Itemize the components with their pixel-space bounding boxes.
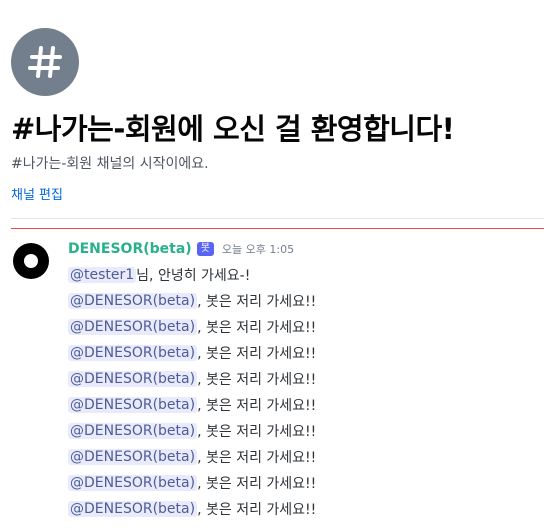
message-line: @tester1 님, 안녕히 가세요-! [68, 262, 316, 288]
user-mention[interactable]: @DENESOR(beta) [68, 293, 198, 309]
message-line: @DENESOR(beta) , 봇은 저리 가세요!! [68, 288, 316, 314]
user-mention[interactable]: @DENESOR(beta) [68, 501, 198, 517]
user-mention[interactable]: @DENESOR(beta) [68, 371, 198, 387]
message-header: DENESOR(beta) 봇 오늘 오후 1:05 [68, 240, 294, 258]
welcome-subtitle: #나가는-회원 채널의 시작이에요. [11, 156, 209, 172]
message-text: , 봇은 저리 가세요!! [197, 294, 317, 310]
user-mention[interactable]: @DENESOR(beta) [68, 423, 198, 439]
message-line: @DENESOR(beta) , 봇은 저리 가세요!! [68, 496, 316, 522]
message-text: , 봇은 저리 가세요!! [197, 502, 317, 518]
message-line: @DENESOR(beta) , 봇은 저리 가세요!! [68, 392, 316, 418]
username[interactable]: DENESOR(beta) [68, 241, 192, 257]
edit-channel-link[interactable]: 채널 편집 [11, 184, 63, 203]
user-mention[interactable]: @DENESOR(beta) [68, 319, 198, 335]
user-mention[interactable]: @DENESOR(beta) [68, 449, 198, 465]
chat-page: #나가는-회원에 오신 걸 환영합니다! #나가는-회원 채널의 시작이에요. … [0, 0, 544, 528]
message-line: @DENESOR(beta) , 봇은 저리 가세요!! [68, 470, 316, 496]
avatar[interactable] [13, 243, 49, 279]
message-text: , 봇은 저리 가세요!! [197, 424, 317, 440]
bot-tag: 봇 [196, 242, 214, 256]
message-line: @DENESOR(beta) , 봇은 저리 가세요!! [68, 366, 316, 392]
new-messages-divider [11, 228, 544, 229]
message-text: , 봇은 저리 가세요!! [197, 372, 317, 388]
message-text: , 봇은 저리 가세요!! [197, 450, 317, 466]
message-line: @DENESOR(beta) , 봇은 저리 가세요!! [68, 418, 316, 444]
message-text: , 봇은 저리 가세요!! [197, 346, 317, 362]
user-mention[interactable]: @DENESOR(beta) [68, 475, 198, 491]
divider [11, 218, 544, 219]
message-line: @DENESOR(beta) , 봇은 저리 가세요!! [68, 314, 316, 340]
message-line: @DENESOR(beta) , 봇은 저리 가세요!! [68, 444, 316, 470]
hash-icon [11, 28, 79, 96]
message-text: , 봇은 저리 가세요!! [197, 476, 317, 492]
message-content: @tester1 님, 안녕히 가세요-! @DENESOR(beta) , 봇… [68, 262, 316, 522]
user-mention[interactable]: @DENESOR(beta) [68, 345, 198, 361]
message-text: , 봇은 저리 가세요!! [197, 320, 317, 336]
message-text: , 봇은 저리 가세요!! [197, 398, 317, 414]
avatar-center [24, 254, 38, 268]
welcome-title: #나가는-회원에 오신 걸 환영합니다! [11, 112, 455, 146]
user-mention[interactable]: @tester1 [68, 267, 137, 283]
timestamp: 오늘 오후 1:05 [221, 243, 295, 256]
message-text: 님, 안녕히 가세요-! [136, 268, 251, 284]
message-line: @DENESOR(beta) , 봇은 저리 가세요!! [68, 340, 316, 366]
user-mention[interactable]: @DENESOR(beta) [68, 397, 198, 413]
